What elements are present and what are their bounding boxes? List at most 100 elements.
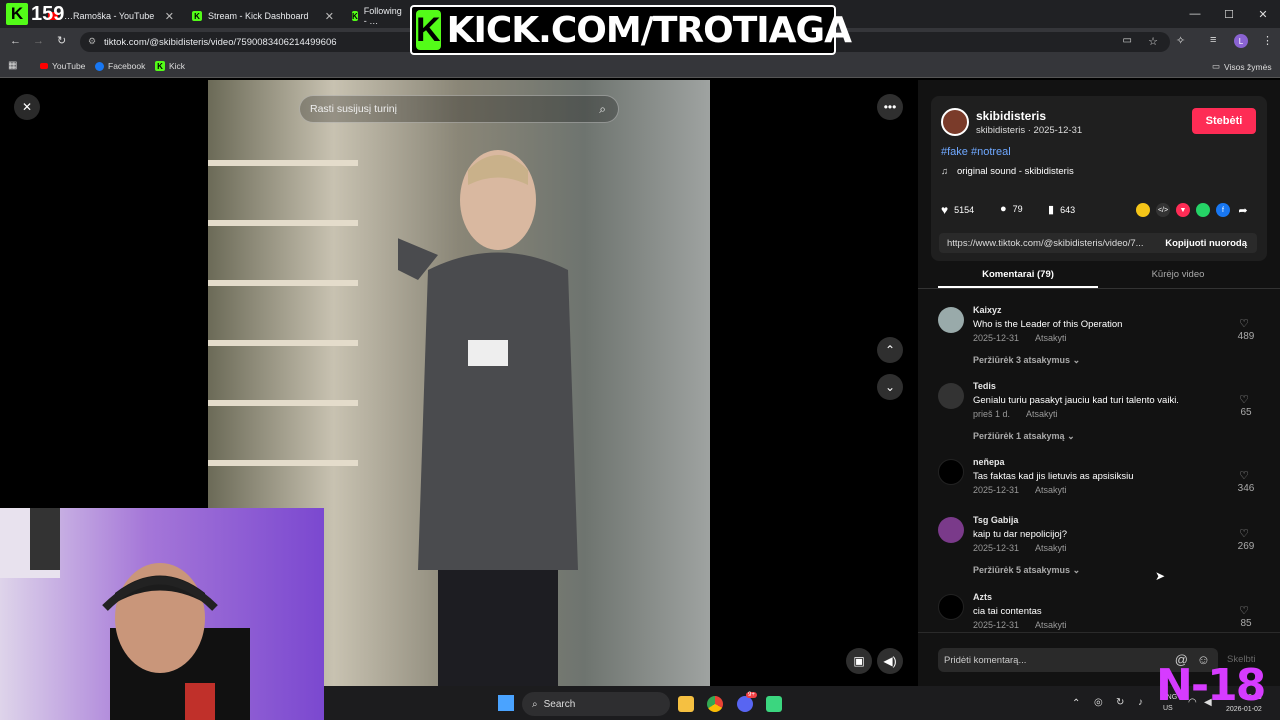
coin-icon[interactable]	[1136, 203, 1150, 217]
chrome-icon[interactable]	[707, 696, 723, 712]
reply-button[interactable]: Atsakyti	[1026, 409, 1058, 419]
hashtags[interactable]: #fake #notreal	[941, 146, 1011, 158]
divider	[918, 288, 1280, 289]
follow-button[interactable]: Stebėti	[1192, 108, 1256, 134]
bookmark-kick[interactable]: K Kick	[155, 61, 185, 71]
minimize-icon[interactable]: —	[1178, 0, 1212, 28]
comment-like-count: 85	[1240, 618, 1252, 629]
comment-user[interactable]: Azts	[973, 592, 992, 602]
avatar[interactable]	[938, 307, 964, 333]
view-replies-button[interactable]: Peržiūrėk 1 atsakymą ⌄	[973, 431, 1075, 442]
forward-icon[interactable]: →	[33, 35, 44, 47]
taskbar-search[interactable]: ⌕ Search	[522, 692, 670, 716]
search-icon[interactable]: ⌕	[599, 102, 606, 117]
app-icon[interactable]	[766, 696, 782, 712]
more-options-icon[interactable]: •••	[877, 94, 903, 120]
heart-icon: ♥	[941, 203, 949, 217]
comment-like-count: 346	[1237, 483, 1255, 494]
embed-icon[interactable]: </>	[1156, 203, 1170, 217]
creator-username[interactable]: skibidisteris	[976, 109, 1046, 123]
close-window-icon[interactable]: ✕	[1246, 0, 1280, 28]
url-text: tiktok.com/@skibidisteris/video/75900834…	[104, 36, 337, 48]
whatsapp-icon[interactable]	[1196, 203, 1210, 217]
like-count: 5154	[954, 205, 975, 215]
avatar[interactable]	[938, 517, 964, 543]
save-stat[interactable]: ▮ 643	[1048, 203, 1075, 216]
tray-app-icon[interactable]: ◎	[1094, 697, 1103, 708]
microphone-icon[interactable]: ♪	[1138, 697, 1143, 708]
youtube-icon	[40, 63, 48, 69]
file-explorer-icon[interactable]	[678, 696, 694, 712]
copy-link-button[interactable]: Kopijuoti nuorodą	[1165, 238, 1247, 249]
heart-icon[interactable]: ♡	[1239, 317, 1249, 330]
heart-icon[interactable]: ♡	[1239, 604, 1249, 617]
viewer-count: 159	[31, 2, 65, 25]
comment-user[interactable]: Tsg Gabija	[973, 515, 1018, 525]
site-info-icon[interactable]: ⚙	[88, 36, 96, 47]
tab-kick-dashboard[interactable]: K Stream - Kick Dashboard ✕	[184, 4, 340, 28]
comment-date: 2025-12-31	[973, 333, 1020, 343]
apps-icon[interactable]: ▦	[8, 60, 17, 71]
profile-avatar[interactable]: L	[1234, 34, 1248, 48]
facebook-icon[interactable]: f	[1216, 203, 1230, 217]
heart-icon[interactable]: ♡	[1239, 469, 1249, 482]
view-replies-button[interactable]: Peržiūrėk 5 atsakymus ⌄	[973, 565, 1080, 576]
avatar[interactable]	[938, 459, 964, 485]
extensions-icon[interactable]: ✧	[1176, 34, 1185, 47]
heart-icon[interactable]: ♡	[1239, 527, 1249, 540]
share-icons: </> ▼ f ➦	[1136, 203, 1250, 217]
share-link[interactable]: https://www.tiktok.com/@skibidisteris/vi…	[947, 238, 1144, 249]
comment-user[interactable]: Kaixyz	[973, 305, 1002, 315]
comment-user[interactable]: Tedis	[973, 381, 996, 391]
sound-name[interactable]: original sound - skibidisteris	[957, 166, 1074, 177]
comment-user[interactable]: neñepa	[973, 457, 1005, 467]
creator-avatar[interactable]	[941, 108, 969, 136]
reply-button[interactable]: Atsakyti	[1035, 485, 1067, 495]
all-bookmarks[interactable]: ▭ Visos žymės	[1212, 61, 1272, 72]
pip-icon[interactable]: ▣	[846, 648, 872, 674]
bookmark-star-icon[interactable]: ☆	[1148, 35, 1158, 48]
search-icon: ⌕	[532, 698, 538, 710]
previous-video-button[interactable]: ⌃	[877, 337, 903, 363]
share-icon[interactable]: ➦	[1236, 203, 1250, 217]
install-app-icon[interactable]: ▭	[1123, 35, 1132, 46]
maximize-icon[interactable]: ☐	[1212, 0, 1246, 28]
music-icon: ♫	[941, 166, 949, 177]
bookmark-facebook[interactable]: Facebook	[95, 61, 145, 71]
taskbar-search-label: Search	[543, 698, 576, 710]
volume-icon[interactable]: ◀)	[877, 648, 903, 674]
media-icon[interactable]: ≡	[1210, 34, 1216, 46]
comment-item: Kaixyz Who is the Leader of this Operati…	[938, 305, 1258, 375]
heart-icon[interactable]: ♡	[1239, 393, 1249, 406]
comment-stat[interactable]: ● 79	[1000, 203, 1023, 215]
chevron-up-icon[interactable]: ⌃	[1072, 698, 1080, 709]
send-icon[interactable]: ▼	[1176, 203, 1190, 217]
tab-creator-videos[interactable]: Kūrėjo video	[1098, 269, 1258, 280]
windows-start-icon[interactable]	[498, 695, 514, 711]
close-tab-icon[interactable]: ✕	[325, 10, 334, 23]
related-search-input[interactable]: Rasti susijusį turinį ⌕	[299, 95, 619, 123]
close-tab-icon[interactable]: ✕	[165, 10, 174, 23]
tab-comments[interactable]: Komentarai (79)	[938, 269, 1098, 280]
back-icon[interactable]: ←	[10, 35, 21, 47]
kick-logo: K	[416, 10, 441, 50]
reply-button[interactable]: Atsakyti	[1035, 620, 1067, 630]
comment-date: 2025-12-31	[973, 543, 1020, 553]
avatar[interactable]	[938, 594, 964, 620]
menu-icon[interactable]: ⋮	[1262, 34, 1273, 47]
avatar[interactable]	[938, 383, 964, 409]
reply-button[interactable]: Atsakyti	[1035, 543, 1067, 553]
reload-icon[interactable]: ↻	[57, 34, 66, 47]
close-icon[interactable]: ✕	[14, 94, 40, 120]
kick-banner: K KICK.COM/TROTIAGA	[410, 5, 852, 55]
view-replies-button[interactable]: Peržiūrėk 3 atsakymus ⌄	[973, 355, 1080, 366]
tab-following[interactable]: K Following - …	[344, 4, 408, 28]
comment-placeholder: Pridėti komentarą...	[944, 654, 1027, 666]
bookmark-youtube[interactable]: YouTube	[40, 61, 85, 71]
reply-button[interactable]: Atsakyti	[1035, 333, 1067, 343]
like-stat[interactable]: ♥ 5154	[941, 203, 974, 217]
next-video-button[interactable]: ⌄	[877, 374, 903, 400]
sync-icon[interactable]: ↻	[1116, 697, 1124, 708]
webcam-feed	[0, 508, 324, 720]
discord-icon[interactable]	[737, 696, 753, 712]
